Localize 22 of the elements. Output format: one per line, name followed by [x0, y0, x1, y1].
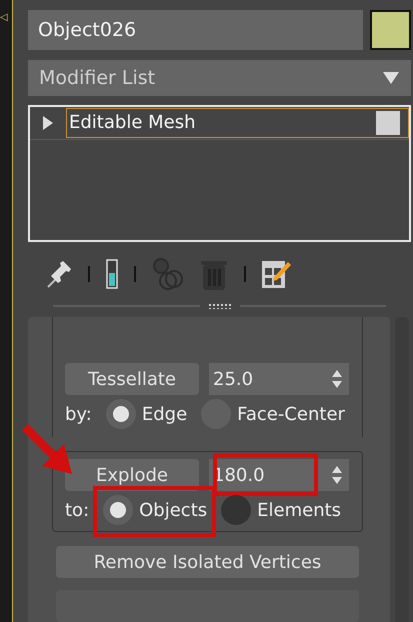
number-spinner[interactable]: 180.0 [209, 459, 349, 491]
action-button[interactable]: Remove Isolated Vertices [56, 546, 359, 578]
collapse-arrow-icon[interactable]: ◁ [0, 13, 8, 23]
caret-icon [383, 72, 399, 84]
stack-item[interactable]: Editable Mesh [66, 108, 409, 138]
option-label: by: [65, 404, 92, 424]
radio-button[interactable] [103, 495, 134, 525]
modifier-dropdown[interactable]: Modifier List [28, 60, 411, 96]
color-swatch[interactable] [370, 10, 411, 50]
option-label: to: [65, 500, 90, 520]
spinner-arrows-icon[interactable] [331, 369, 343, 389]
radio-button[interactable] [221, 495, 252, 525]
radio-option[interactable]: Objects [103, 495, 208, 525]
radio-option[interactable]: Face-Center [201, 399, 345, 429]
radio-option[interactable]: Edge [106, 399, 188, 429]
radio-option[interactable]: Elements [221, 495, 342, 525]
spinner-arrows-icon[interactable] [331, 465, 343, 485]
object-name-field[interactable]: Object026 [28, 10, 363, 50]
number-spinner[interactable]: 25.0 [209, 363, 349, 395]
toggle-square-icon[interactable] [376, 110, 400, 135]
action-button[interactable]: Tessellate [65, 363, 199, 395]
radio-button[interactable] [106, 399, 136, 429]
